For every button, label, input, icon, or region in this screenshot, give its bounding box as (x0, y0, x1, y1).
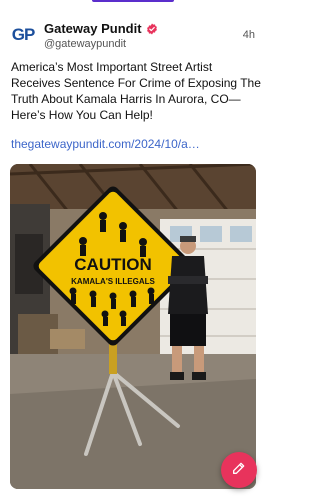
sign-caution-text: CAUTION (74, 255, 151, 274)
author-name[interactable]: Gateway Pundit (44, 21, 142, 36)
post-link[interactable]: thegatewaypundit.com/2024/10/a… (11, 137, 200, 151)
post-text: America’s Most Important Street Artist R… (11, 60, 261, 122)
post-image[interactable]: CAUTION KAMALA'S ILLEGALS (10, 164, 256, 489)
verified-badge-icon (146, 23, 158, 35)
author-row: Gateway Pundit (44, 21, 158, 36)
author-handle[interactable]: @gatewaypundit (44, 38, 126, 50)
avatar-logo: GP (11, 24, 36, 44)
post-timestamp: 4h (242, 29, 255, 41)
compose-button[interactable] (221, 452, 257, 488)
sign-subtitle-text: KAMALA'S ILLEGALS (71, 277, 155, 286)
avatar[interactable]: GP (10, 21, 36, 47)
garage-photo: CAUTION KAMALA'S ILLEGALS (10, 164, 256, 489)
compose-icon (231, 460, 247, 481)
tab-indicator (92, 0, 174, 2)
